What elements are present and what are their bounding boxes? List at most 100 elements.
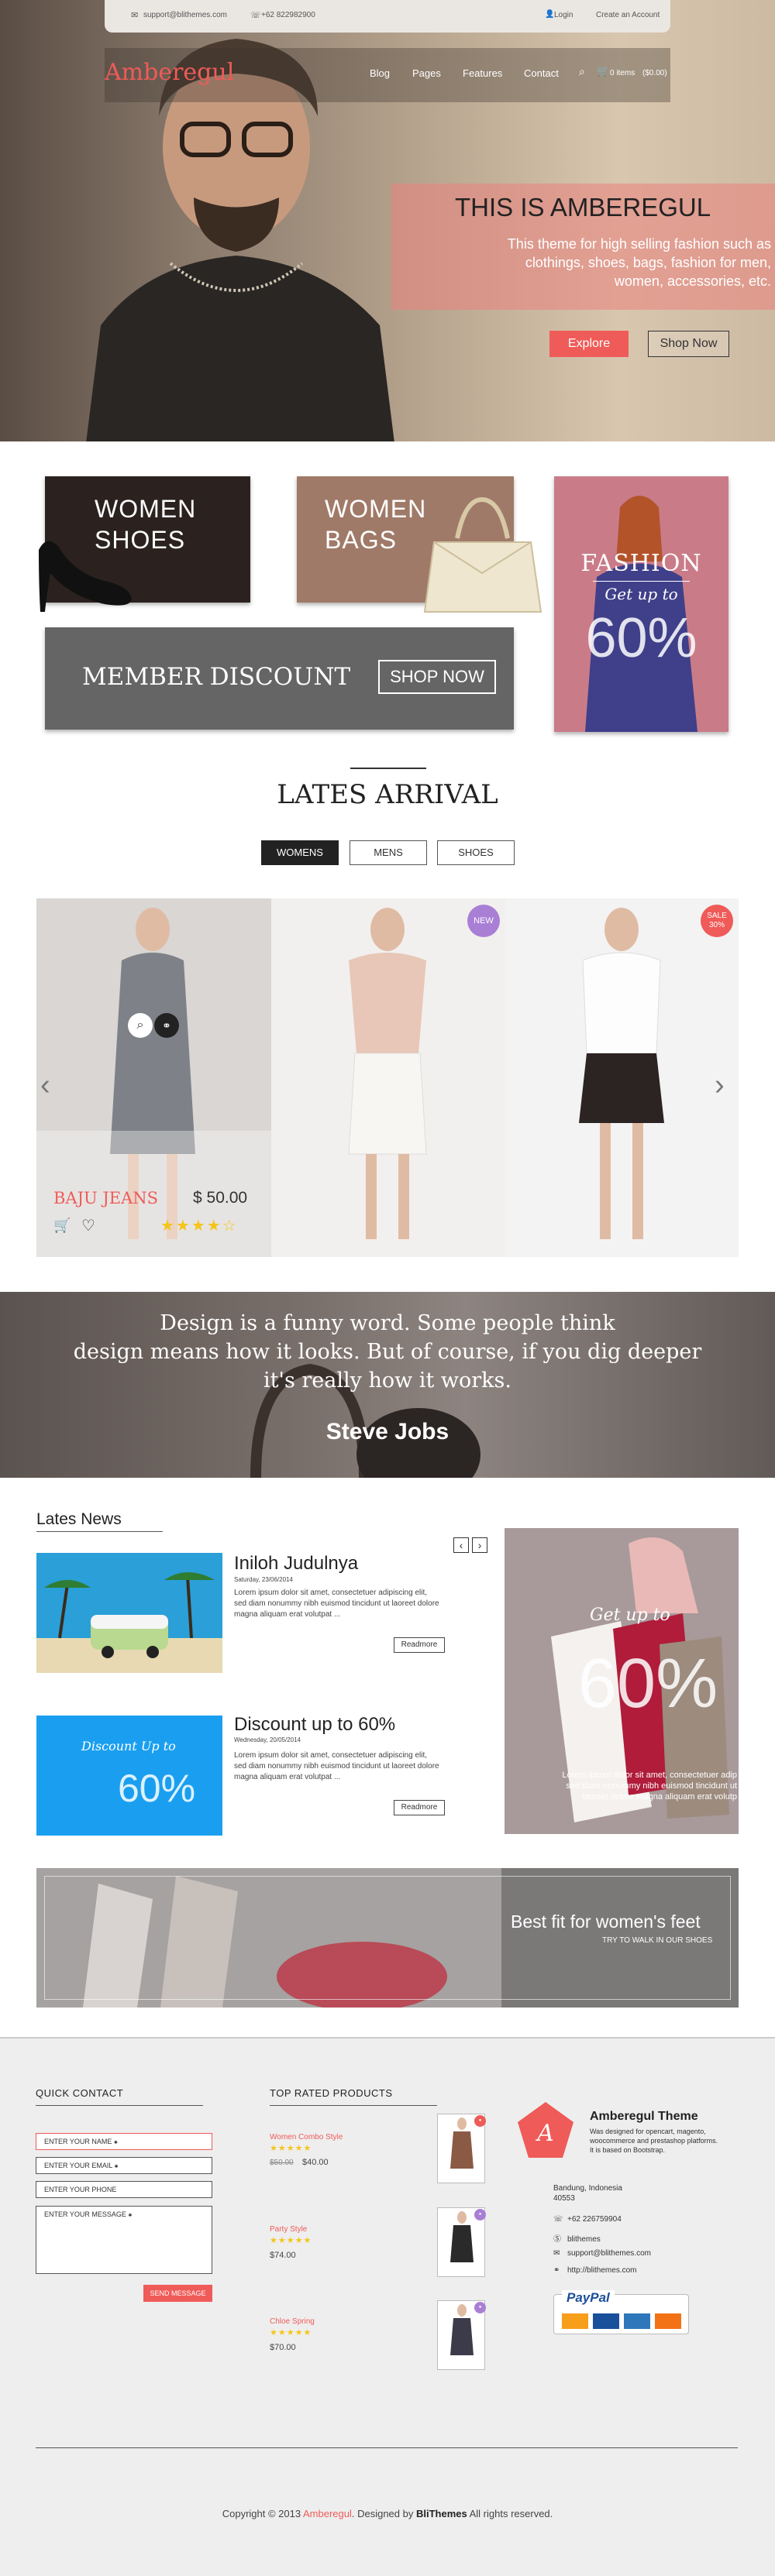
side-promo-line: Lorem ipsum dolor sit amet, consectetuer… <box>562 1771 737 1780</box>
nav-contact[interactable]: Contact <box>524 67 559 79</box>
promo-fashion[interactable]: FASHION Get up to 60% <box>554 476 728 732</box>
cart-total: ($0.00) <box>642 69 667 77</box>
hero-text-line: clothings, shoes, bags, fashion for men, <box>525 255 771 270</box>
top-rated-product-name[interactable]: Party Style <box>270 2225 307 2234</box>
side-promo[interactable]: Get up to 60% Lorem ipsum dolor sit amet… <box>505 1528 739 1834</box>
product-name[interactable]: BAJU JEANS <box>53 1189 158 1207</box>
payment-badge: PayPal <box>553 2290 689 2334</box>
svg-text:A: A <box>535 2120 554 2147</box>
news-prev-icon[interactable]: ‹ <box>453 1537 469 1553</box>
theme-logo-icon: A <box>518 2102 574 2158</box>
user-icon: 👤 <box>545 10 555 19</box>
phone-icon: ☏ <box>553 2215 563 2224</box>
shoe-banner[interactable]: Best fit for women's feet TRY TO WALK IN… <box>36 1868 739 2008</box>
fashion-pct: 60% <box>585 607 698 669</box>
fashion-sub: Get up to <box>604 585 678 603</box>
quick-contact-heading: QUICK CONTACT <box>36 2087 124 2099</box>
fashion-title: FASHION <box>580 550 702 577</box>
zoom-icon[interactable]: ⌕ <box>128 1013 153 1038</box>
product-card-3[interactable]: SALE 30% <box>505 898 739 1257</box>
news-title[interactable]: Discount up to 60% <box>234 1714 395 1736</box>
divider <box>36 2447 738 2448</box>
skype-icon: Ⓢ <box>553 2235 561 2244</box>
quote-author: Steve Jobs <box>326 1419 450 1444</box>
arrivals-title: LATES ARRIVAL <box>277 779 498 810</box>
news-excerpt-line: magna aliquam erat volutpat ... <box>234 1610 341 1619</box>
shop-now-button[interactable]: Shop Now <box>648 331 729 357</box>
tab-shoes[interactable]: SHOES <box>437 840 515 865</box>
product-price: $ 50.00 <box>193 1189 248 1207</box>
name-field[interactable]: ENTER YOUR NAME ✱ <box>36 2133 212 2150</box>
message-field[interactable]: ENTER YOUR MESSAGE ✱ <box>36 2206 212 2274</box>
tab-mens[interactable]: MENS <box>350 840 427 865</box>
member-shop-now-button[interactable]: SHOP NOW <box>378 660 496 694</box>
hero-title: THIS IS AMBEREGUL <box>455 193 711 222</box>
top-rated-product-name[interactable]: Women Combo Style <box>270 2133 343 2142</box>
divider <box>270 2105 437 2106</box>
required-icon: ✱ <box>114 2165 119 2169</box>
tab-womens[interactable]: WOMENS <box>261 840 339 865</box>
wishlist-icon[interactable]: ♡ <box>81 1216 95 1235</box>
promo-member-discount[interactable]: MEMBER DISCOUNT SHOP NOW <box>45 627 514 730</box>
top-bar: ✉ support@blithemes.com ☏ +62 822982900 … <box>105 0 670 33</box>
contact-phone-text: +62 226759904 <box>567 2215 622 2224</box>
contact-skype[interactable]: Ⓢblithemes <box>553 2232 601 2244</box>
product-card-1[interactable]: ⌕ ⚭ BAJU JEANS $ 50.00 🛒 ♡ ★★★★☆ <box>36 898 271 1257</box>
divider <box>593 581 690 582</box>
copyright-brand-link[interactable]: Amberegul <box>303 2508 352 2519</box>
brand-logo[interactable]: Amberegul <box>105 59 234 86</box>
contact-email[interactable]: ✉ support@blithemes.com <box>553 2249 651 2258</box>
contact-email-text: support@blithemes.com <box>567 2249 651 2258</box>
topbar-email[interactable]: support@blithemes.com <box>143 11 227 19</box>
contact-web-text: http://blithemes.com <box>567 2266 637 2275</box>
contact-web[interactable]: ⚭ http://blithemes.com <box>553 2266 636 2275</box>
news-next-icon[interactable]: › <box>472 1537 487 1553</box>
message-field-placeholder: ENTER YOUR MESSAGE <box>44 2210 126 2218</box>
phone-icon: ☏ <box>250 11 261 20</box>
carousel-prev-icon[interactable]: ‹ <box>40 1069 50 1102</box>
search-icon[interactable]: ⌕ <box>579 65 585 78</box>
send-message-button[interactable]: SEND MESSAGE <box>143 2285 212 2302</box>
news-excerpt-line: sed diam nonummy nibh euismod tincidunt … <box>234 1599 439 1608</box>
promo-title: WOMEN BAGS <box>325 493 426 555</box>
phone-field-placeholder: ENTER YOUR PHONE <box>44 2186 117 2193</box>
required-icon: ✱ <box>128 2214 133 2218</box>
new-badge-icon: ● <box>474 2302 486 2313</box>
link-icon: ⚭ <box>553 2266 560 2275</box>
readmore-button[interactable]: Readmore <box>394 1637 445 1653</box>
login-link[interactable]: Login <box>554 11 573 19</box>
sale-badge: SALE 30% <box>701 905 733 937</box>
news-title[interactable]: Iniloh Judulnya <box>234 1553 358 1575</box>
side-promo-text: Lorem ipsum dolor sit amet, consectetuer… <box>512 1770 737 1802</box>
top-rated-price: $74.00 <box>270 2251 296 2260</box>
cart-icon[interactable]: 🛒 <box>597 65 609 77</box>
cart-count[interactable]: 0 items <box>610 69 635 77</box>
required-icon: ✱ <box>113 2141 118 2145</box>
top-rated-old-price: $50.00 <box>270 2159 294 2167</box>
link-icon[interactable]: ⚭ <box>154 1013 179 1038</box>
news-excerpt-line: magna aliquam erat volutpat ... <box>234 1773 341 1781</box>
rating-stars: ★★★★★ <box>270 2236 312 2245</box>
sale-badge-pct: 30% <box>708 921 725 929</box>
phone-field[interactable]: ENTER YOUR PHONE <box>36 2181 212 2198</box>
news-date: Saturday, 23/06/2014 <box>234 1576 293 1583</box>
paypal-logo: PayPal <box>562 2290 615 2306</box>
nav-features[interactable]: Features <box>463 67 502 79</box>
about-desc-line: Was designed for opencart, magento, <box>590 2128 706 2135</box>
banner-title: Best fit for women's feet <box>511 1911 701 1932</box>
explore-button[interactable]: Explore <box>549 331 629 357</box>
hero-caption: THIS IS AMBEREGUL This theme for high se… <box>391 184 775 310</box>
nav-blog[interactable]: Blog <box>370 67 390 79</box>
add-to-cart-icon[interactable]: 🛒 <box>53 1218 71 1234</box>
copyright-designer-link[interactable]: BliThemes <box>416 2508 467 2519</box>
copyright: Copyright © 2013 Amberegul. Designed by … <box>0 2508 775 2519</box>
top-rated-product-name[interactable]: Chloe Spring <box>270 2317 315 2326</box>
create-account-link[interactable]: Create an Account <box>596 11 660 19</box>
email-field[interactable]: ENTER YOUR EMAIL ✱ <box>36 2157 212 2174</box>
carousel-next-icon[interactable]: › <box>715 1069 725 1102</box>
nav-pages[interactable]: Pages <box>412 67 441 79</box>
promo-title-line: WOMEN <box>325 495 427 523</box>
product-card-2[interactable]: NEW <box>271 898 505 1257</box>
quote-text: Design is a funny word. Some people thin… <box>0 1309 775 1395</box>
readmore-button[interactable]: Readmore <box>394 1800 445 1815</box>
